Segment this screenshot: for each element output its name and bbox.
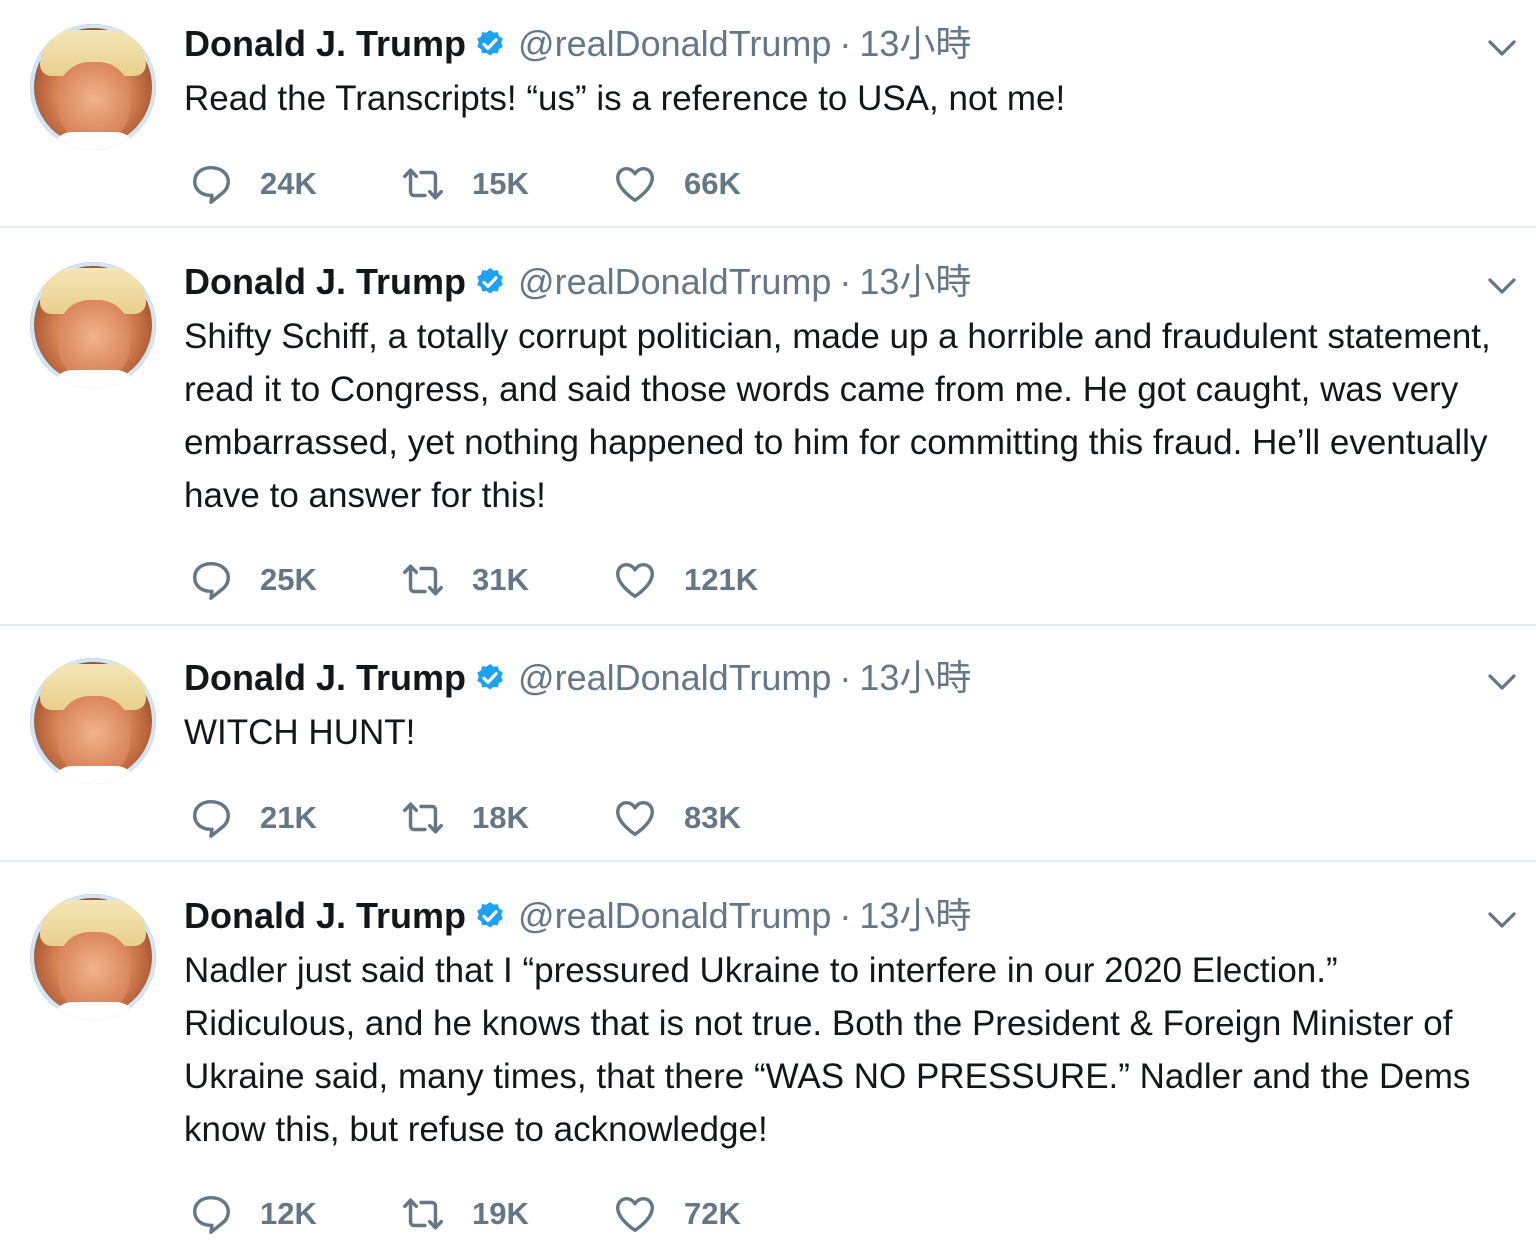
reply-icon [192, 165, 230, 204]
separator-dot: · [839, 895, 852, 936]
tweet-text: Read the Transcripts! “us” is a referenc… [184, 79, 1066, 118]
like-count: 121K [684, 562, 759, 597]
tweet-text: Shifty Schiff, a totally corrupt politic… [184, 317, 1491, 515]
tweet-actions: 12K 19K 72K [188, 1192, 824, 1236]
display-name[interactable]: Donald J. Trump [184, 656, 466, 700]
tweet-header: Donald J. Trump @realDonaldTrump · 13小時 [184, 656, 971, 700]
retweet-button[interactable]: 15K [400, 161, 612, 207]
like-count: 72K [684, 1196, 741, 1231]
avatar[interactable] [30, 24, 156, 150]
like-count: 83K [684, 800, 741, 835]
reply-count: 24K [260, 166, 317, 201]
tweet[interactable]: Donald J. Trump @realDonaldTrump · 13小時 … [0, 626, 1536, 862]
like-button[interactable]: 121K [612, 557, 824, 603]
reply-count: 25K [260, 562, 317, 597]
handle[interactable]: @realDonaldTrump [518, 894, 831, 938]
retweet-icon [403, 168, 443, 200]
reply-button[interactable]: 12K [188, 1191, 400, 1237]
tweet-header: Donald J. Trump @realDonaldTrump · 13小時 [184, 894, 971, 938]
chevron-down-icon[interactable] [1484, 902, 1520, 938]
avatar[interactable] [30, 262, 156, 388]
tweet-header: Donald J. Trump @realDonaldTrump · 13小時 [184, 22, 971, 66]
timestamp[interactable]: 13小時 [859, 260, 971, 304]
like-button[interactable]: 83K [612, 795, 824, 841]
tweet-actions: 21K 18K 83K [188, 796, 824, 840]
tweet-text: Nadler just said that I “pressured Ukrai… [184, 951, 1471, 1149]
tweet[interactable]: Donald J. Trump @realDonaldTrump · 13小時 … [0, 862, 1536, 1251]
separator-dot: · [839, 261, 852, 302]
tweet-actions: 24K 15K 66K [188, 162, 824, 206]
retweet-icon [403, 802, 443, 834]
reply-count: 12K [260, 1196, 317, 1231]
retweet-count: 19K [472, 1196, 529, 1231]
reply-button[interactable]: 21K [188, 795, 400, 841]
separator-dot: · [839, 23, 852, 64]
tweet-text: WITCH HUNT! [184, 713, 416, 752]
timestamp[interactable]: 13小時 [859, 656, 971, 700]
retweet-count: 18K [472, 800, 529, 835]
heart-icon [616, 166, 654, 203]
like-count: 66K [684, 166, 741, 201]
chevron-down-icon[interactable] [1484, 664, 1520, 700]
chevron-down-icon[interactable] [1484, 30, 1520, 66]
tweet[interactable]: Donald J. Trump @realDonaldTrump · 13小時 … [0, 228, 1536, 626]
timestamp[interactable]: 13小時 [859, 894, 971, 938]
retweet-count: 31K [472, 562, 529, 597]
retweet-button[interactable]: 31K [400, 557, 612, 603]
reply-button[interactable]: 25K [188, 557, 400, 603]
avatar[interactable] [30, 658, 156, 784]
verified-badge-icon [477, 902, 503, 928]
separator-dot: · [839, 657, 852, 698]
handle[interactable]: @realDonaldTrump [518, 260, 831, 304]
handle[interactable]: @realDonaldTrump [518, 22, 831, 66]
reply-icon [192, 1195, 230, 1234]
tweet-actions: 25K 31K 121K [188, 558, 824, 602]
verified-badge-icon [477, 268, 503, 294]
tweet[interactable]: Donald J. Trump @realDonaldTrump · 13小時 … [0, 0, 1536, 228]
retweet-icon [403, 564, 443, 596]
tweet-header: Donald J. Trump @realDonaldTrump · 13小時 [184, 260, 971, 304]
retweet-button[interactable]: 18K [400, 795, 612, 841]
reply-icon [192, 799, 230, 838]
retweet-icon [403, 1198, 443, 1230]
display-name[interactable]: Donald J. Trump [184, 260, 466, 304]
chevron-down-icon[interactable] [1484, 268, 1520, 304]
retweet-button[interactable]: 19K [400, 1191, 612, 1237]
heart-icon [616, 1196, 654, 1233]
display-name[interactable]: Donald J. Trump [184, 894, 466, 938]
heart-icon [616, 562, 654, 599]
handle[interactable]: @realDonaldTrump [518, 656, 831, 700]
like-button[interactable]: 72K [612, 1191, 824, 1237]
verified-badge-icon [477, 30, 503, 56]
reply-icon [192, 561, 230, 600]
like-button[interactable]: 66K [612, 161, 824, 207]
retweet-count: 15K [472, 166, 529, 201]
reply-count: 21K [260, 800, 317, 835]
display-name[interactable]: Donald J. Trump [184, 22, 466, 66]
heart-icon [616, 800, 654, 837]
avatar[interactable] [30, 894, 156, 1020]
verified-badge-icon [477, 664, 503, 690]
reply-button[interactable]: 24K [188, 161, 400, 207]
timestamp[interactable]: 13小時 [859, 22, 971, 66]
